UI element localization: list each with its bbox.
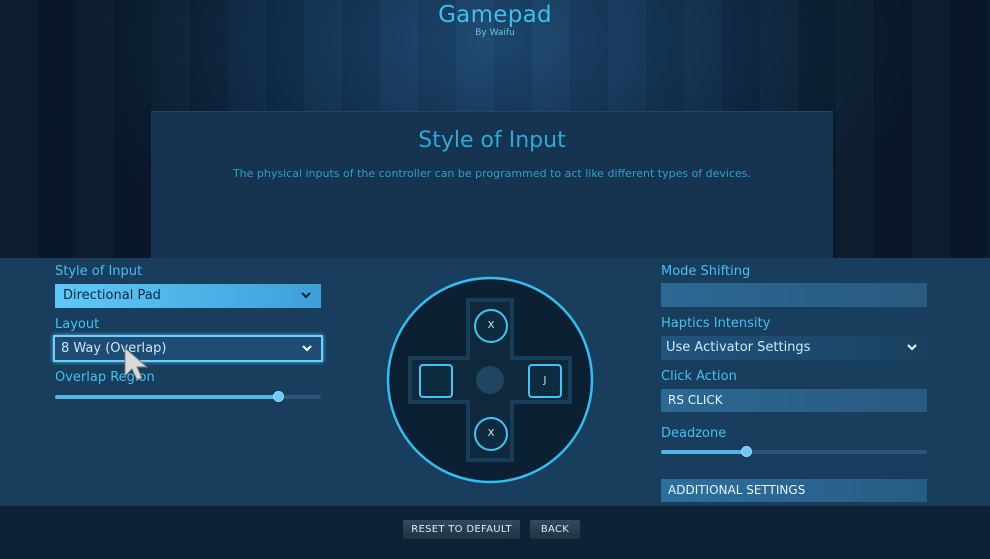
reset-to-default-button[interactable]: RESET TO DEFAULT (403, 520, 520, 539)
dpad-preview (386, 276, 594, 484)
app-title: Gamepad (438, 2, 552, 28)
deadzone-label: Deadzone (661, 426, 727, 441)
info-title: Style of Input (418, 128, 566, 153)
mode-shifting-field[interactable] (661, 283, 927, 307)
dpad-up-label: X (487, 320, 495, 331)
chevron-down-icon (301, 337, 313, 368)
info-panel: Style of Input The physical inputs of th… (151, 111, 833, 258)
deadzone-slider[interactable] (661, 450, 927, 454)
style-of-input-label: Style of Input (55, 264, 143, 279)
chevron-down-icon (906, 336, 918, 368)
slider-fill (661, 450, 747, 454)
app-subtitle: By Waifu (475, 28, 515, 38)
dpad-down-button[interactable]: X (474, 417, 508, 451)
deadzone-slider-thumb[interactable] (740, 446, 752, 457)
info-description: The physical inputs of the controller ca… (232, 167, 752, 180)
click-action-label: Click Action (661, 369, 737, 384)
haptics-intensity-label: Haptics Intensity (661, 316, 771, 331)
dpad-up-button[interactable]: X (474, 309, 508, 343)
slider-fill (55, 395, 279, 399)
back-button[interactable]: BACK (530, 520, 580, 539)
click-action-button[interactable]: RS CLICK (661, 389, 927, 412)
haptics-intensity-value: Use Activator Settings (666, 340, 811, 355)
dpad-right-button[interactable]: J (528, 364, 562, 398)
haptics-intensity-select[interactable]: Use Activator Settings (661, 336, 927, 360)
additional-settings-button[interactable]: ADDITIONAL SETTINGS (661, 479, 927, 502)
style-of-input-select[interactable]: Directional Pad (55, 284, 321, 308)
style-of-input-value: Directional Pad (63, 288, 161, 303)
dpad-left-button[interactable] (419, 364, 453, 398)
click-action-value: RS CLICK (668, 393, 723, 407)
chevron-down-icon (300, 284, 312, 316)
additional-settings-label: ADDITIONAL SETTINGS (668, 483, 806, 497)
layout-label: Layout (55, 317, 100, 332)
mode-shifting-label: Mode Shifting (661, 264, 751, 279)
dpad-right-label: J (543, 375, 547, 386)
mouse-cursor-icon (124, 346, 149, 381)
dpad-down-label: X (487, 428, 495, 439)
layout-select[interactable]: 8 Way (Overlap) (53, 335, 323, 362)
overlap-slider-thumb[interactable] (272, 391, 284, 402)
